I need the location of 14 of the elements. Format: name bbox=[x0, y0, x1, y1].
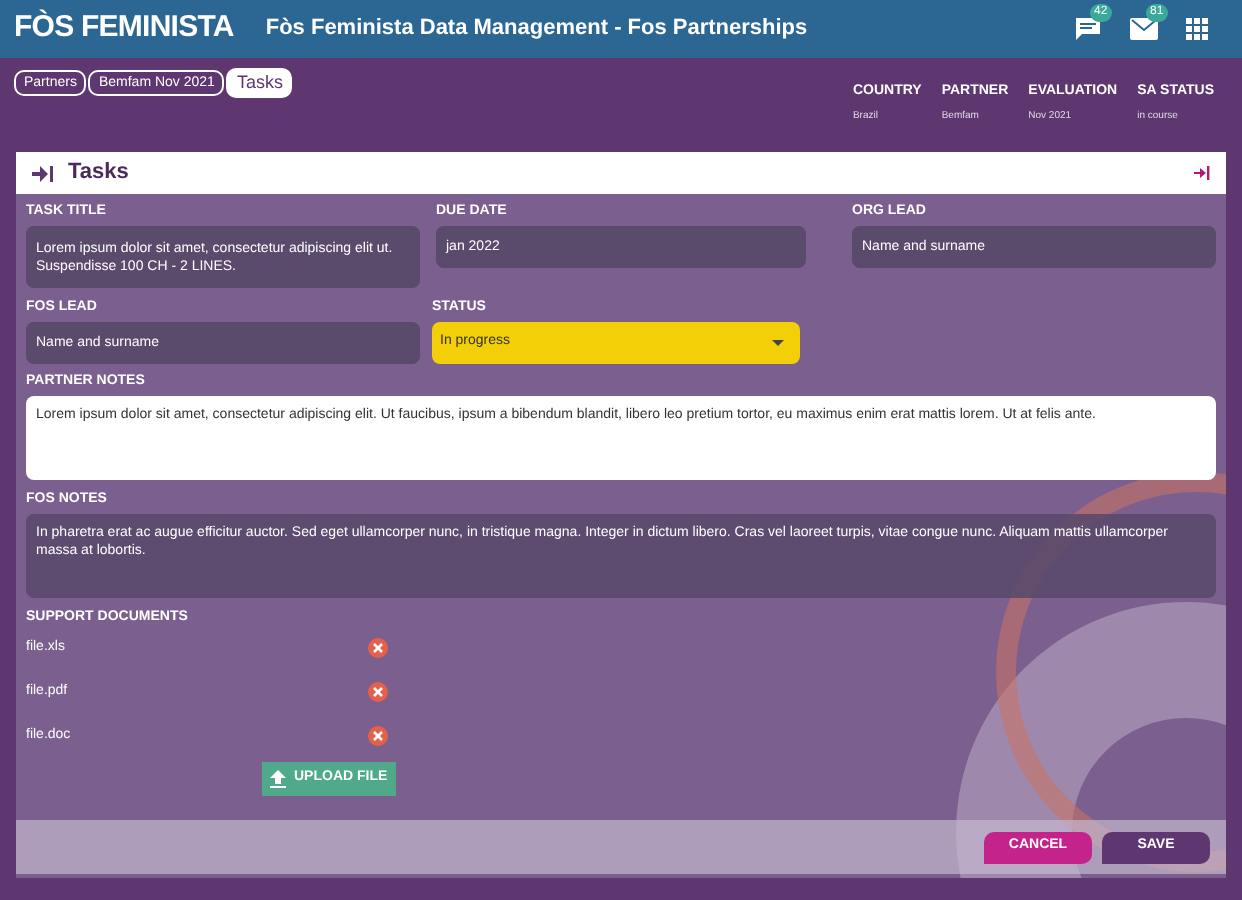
chat-icon[interactable] bbox=[1074, 16, 1102, 42]
caret-icon bbox=[772, 340, 784, 346]
panel-title: Tasks bbox=[68, 158, 129, 189]
arrow-to-line-icon bbox=[32, 165, 54, 181]
arrow-to-line-icon[interactable] bbox=[1194, 166, 1210, 180]
apps-grid-icon[interactable] bbox=[1186, 18, 1208, 40]
mail-icon[interactable] bbox=[1130, 18, 1158, 40]
remove-icon[interactable] bbox=[368, 682, 388, 702]
app-title: Fòs Feminista Data Management - Fos Partnerships bbox=[265, 14, 808, 45]
breadcrumb[interactable]: Tasks bbox=[226, 68, 293, 98]
upload-icon bbox=[270, 769, 286, 787]
logo: FÒS FEMINISTA bbox=[14, 7, 234, 49]
remove-icon[interactable] bbox=[368, 638, 388, 658]
remove-icon[interactable] bbox=[368, 726, 388, 746]
